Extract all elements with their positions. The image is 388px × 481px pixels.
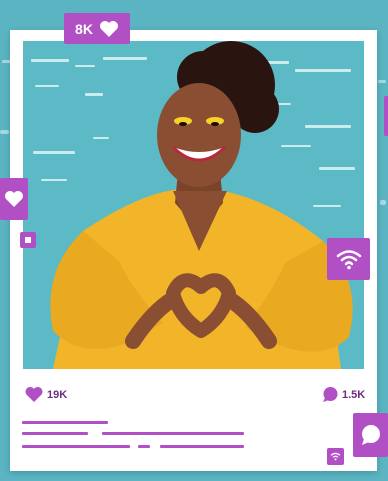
- heart-icon: [24, 386, 44, 403]
- likes-counter[interactable]: 19K: [24, 386, 67, 403]
- likes-count: 19K: [47, 388, 68, 401]
- heart-icon: [4, 190, 24, 208]
- caption-line: [102, 432, 244, 435]
- background-speck: [380, 200, 386, 205]
- comments-count: 1.5K: [342, 388, 366, 401]
- heart-icon: [99, 20, 119, 38]
- small-wifi-badge: [327, 448, 344, 465]
- caption-line: [160, 445, 244, 448]
- likes-notification-badge: 8K: [64, 13, 130, 44]
- comment-icon: [322, 386, 339, 403]
- caption-line: [22, 432, 88, 435]
- post-photo: [23, 41, 364, 369]
- floating-heart-badge: [0, 178, 28, 220]
- edge-badge: [384, 96, 388, 136]
- small-square-badge: [20, 232, 36, 248]
- square-dot-icon: [25, 237, 31, 243]
- wifi-badge: [327, 238, 370, 280]
- background-speck: [0, 130, 9, 134]
- notification-count: 8K: [75, 20, 93, 37]
- chat-bubble-icon: [360, 424, 382, 446]
- comments-counter[interactable]: 1.5K: [322, 386, 365, 403]
- caption-line: [138, 445, 150, 448]
- caption-line: [22, 445, 130, 448]
- background-speck: [378, 80, 386, 83]
- caption-line: [22, 421, 108, 424]
- wifi-icon: [336, 248, 362, 270]
- woman-illustration: [50, 41, 353, 369]
- chat-badge: [353, 413, 388, 457]
- wifi-icon: [330, 452, 341, 461]
